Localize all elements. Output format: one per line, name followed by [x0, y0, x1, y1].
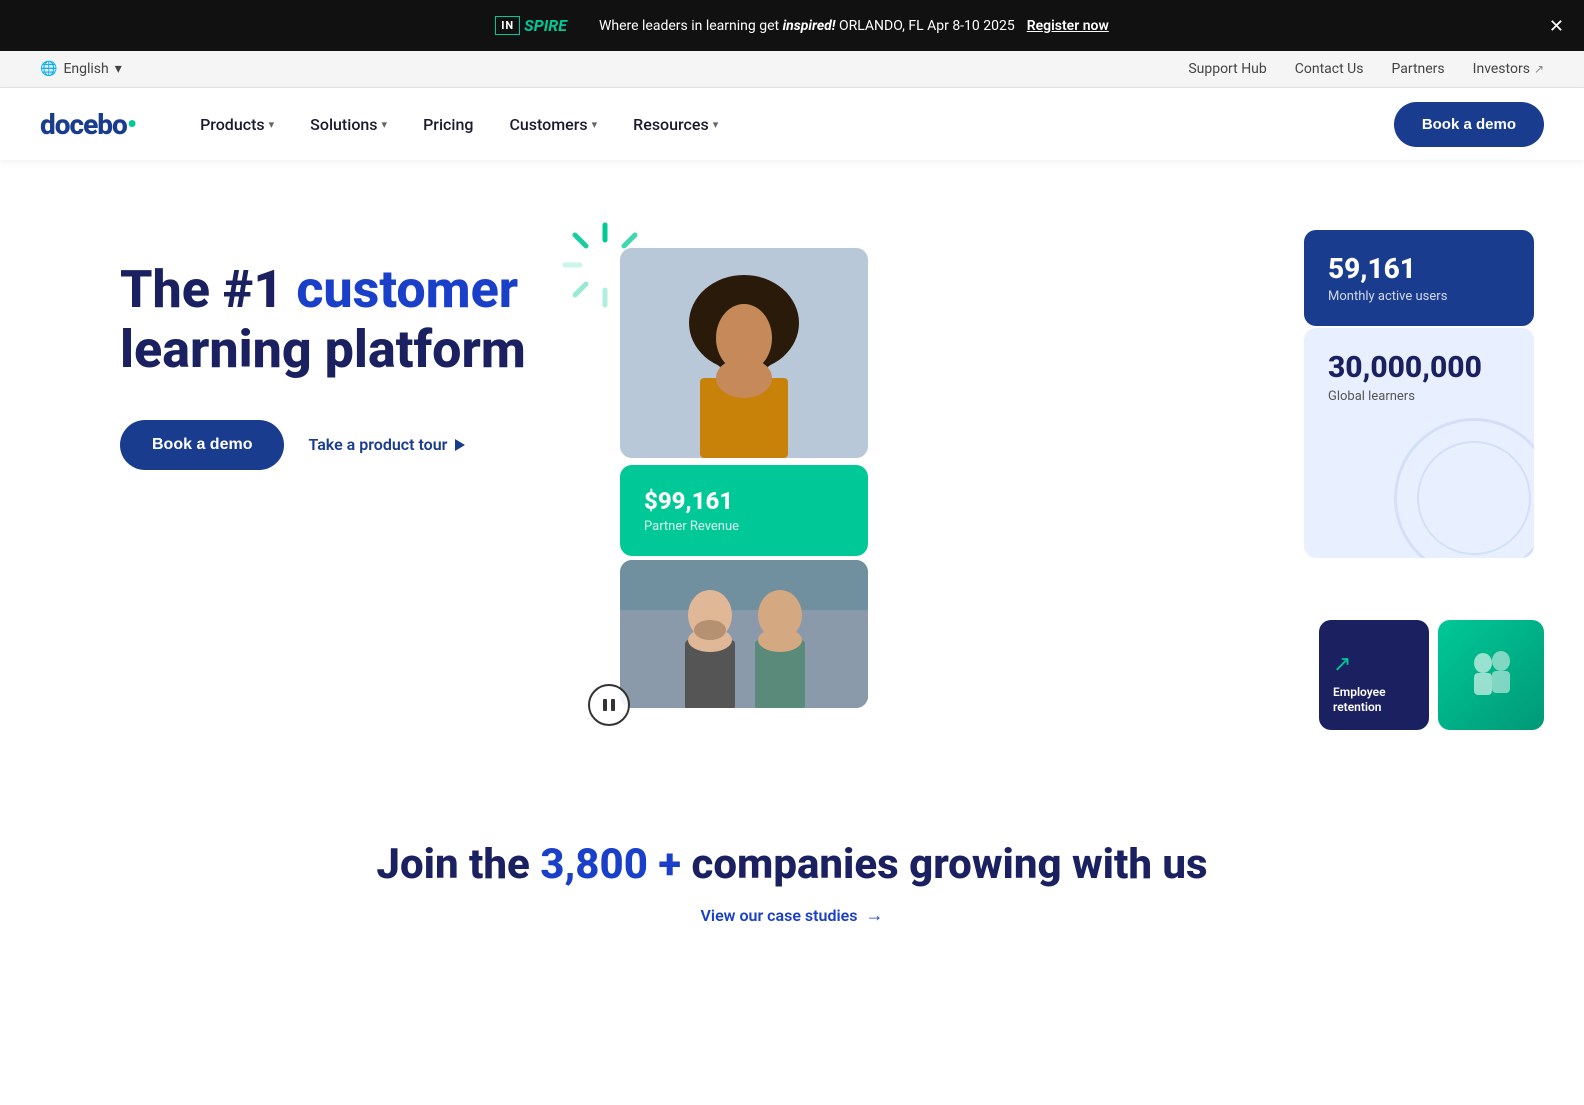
hero-left: The #1 customer learning platform Book a…	[120, 220, 540, 470]
global-learners-card: 30,000,000 Global learners	[1304, 328, 1534, 558]
docebo-logo[interactable]: docebo•	[40, 108, 136, 141]
nav-book-demo-button[interactable]: Book a demo	[1394, 102, 1544, 147]
top-nav: 🌐 English ▾ Support Hub Contact Us Partn…	[0, 51, 1584, 88]
globe-icon: 🌐	[40, 61, 57, 77]
monthly-users-card: 59,161 Monthly active users	[1304, 230, 1534, 326]
case-studies-label: View our case studies	[701, 906, 858, 925]
teal-photo-overlay	[1438, 620, 1544, 730]
global-learners-number: 30,000,000	[1328, 350, 1510, 385]
partner-revenue-label: Partner Revenue	[644, 519, 844, 534]
language-chevron: ▾	[115, 61, 122, 77]
globe-visual	[1394, 418, 1534, 558]
employee-retention-card: ↗ Employee retention	[1319, 620, 1429, 730]
hero-section: The #1 customer learning platform Book a…	[0, 160, 1584, 780]
companies-title: Join the 3,800 + companies growing with …	[40, 840, 1544, 889]
main-nav: docebo• Products ▾ Solutions ▾ Pricing C…	[0, 88, 1584, 160]
monthly-users-label: Monthly active users	[1328, 289, 1510, 304]
hero-buttons: Book a demo Take a product tour	[120, 420, 540, 470]
partner-revenue-card: $99,161 Partner Revenue	[620, 465, 868, 556]
products-chevron: ▾	[269, 118, 275, 131]
play-icon	[455, 439, 465, 451]
companies-section: Join the 3,800 + companies growing with …	[0, 780, 1584, 966]
top-nav-links: Support Hub Contact Us Partners Investor…	[1188, 61, 1544, 77]
banner-close-button[interactable]: ✕	[1549, 17, 1564, 35]
contact-us-link[interactable]: Contact Us	[1295, 61, 1364, 77]
inspire-logo: IN SPIRE	[475, 8, 587, 43]
retention-icon: ↗	[1333, 652, 1415, 677]
employee-retention-label: Employee retention	[1333, 685, 1415, 716]
partner-revenue-number: $99,161	[644, 487, 844, 515]
hero-title-suffix: learning platform	[120, 319, 526, 380]
logo-text: docebo	[40, 108, 127, 141]
support-hub-link[interactable]: Support Hub	[1188, 61, 1266, 77]
hero-photo-teal	[1438, 620, 1544, 730]
arrow-right-icon: →	[865, 905, 883, 926]
logo-dot: •	[127, 108, 136, 141]
case-studies-link[interactable]: View our case studies →	[40, 905, 1544, 926]
inspire-logo-box: IN	[495, 16, 520, 35]
nav-item-resources[interactable]: Resources ▾	[617, 107, 734, 142]
hero-title-highlight: customer	[296, 259, 518, 320]
main-nav-links: Products ▾ Solutions ▾ Pricing Customers…	[184, 107, 1394, 142]
hero-collage: 59,161 Monthly active users 30,000,000 G…	[580, 220, 1544, 740]
banner-text: Where leaders in learning get inspired! …	[599, 18, 1015, 34]
hero-photo-duo	[620, 560, 868, 708]
companies-count: 3,800 +	[540, 840, 681, 889]
nav-item-products[interactable]: Products ▾	[184, 107, 290, 142]
language-selector[interactable]: 🌐 English ▾	[40, 61, 122, 77]
hero-title-prefix: The #1	[120, 259, 296, 320]
partners-link[interactable]: Partners	[1391, 61, 1444, 77]
hero-product-tour-link[interactable]: Take a product tour	[308, 435, 465, 454]
language-label: English	[63, 61, 108, 77]
top-banner: IN SPIRE Where leaders in learning get i…	[0, 0, 1584, 51]
inspire-text: SPIRE	[524, 16, 567, 35]
resources-chevron: ▾	[713, 118, 719, 131]
companies-prefix: Join the	[376, 840, 540, 889]
hero-book-demo-button[interactable]: Book a demo	[120, 420, 284, 470]
nav-item-customers[interactable]: Customers ▾	[493, 107, 613, 142]
external-link-icon: ↗	[1534, 62, 1544, 76]
banner-italic: inspired!	[783, 18, 836, 34]
companies-suffix: companies growing with us	[681, 840, 1208, 889]
hero-title: The #1 customer learning platform	[120, 260, 540, 380]
nav-item-pricing[interactable]: Pricing	[407, 107, 489, 142]
nav-item-solutions[interactable]: Solutions ▾	[294, 107, 403, 142]
register-link[interactable]: Register now	[1027, 18, 1109, 34]
customers-chevron: ▾	[592, 118, 598, 131]
hero-photo-woman	[620, 248, 868, 458]
solutions-chevron: ▾	[382, 118, 388, 131]
investors-label: Investors	[1473, 61, 1530, 77]
monthly-users-number: 59,161	[1328, 252, 1510, 285]
global-learners-label: Global learners	[1328, 389, 1510, 404]
banner-event: ORLANDO, FL Apr 8-10 2025	[839, 18, 1015, 34]
pause-button[interactable]	[588, 684, 630, 726]
investors-link[interactable]: Investors ↗	[1473, 61, 1544, 77]
product-tour-label: Take a product tour	[308, 435, 447, 454]
